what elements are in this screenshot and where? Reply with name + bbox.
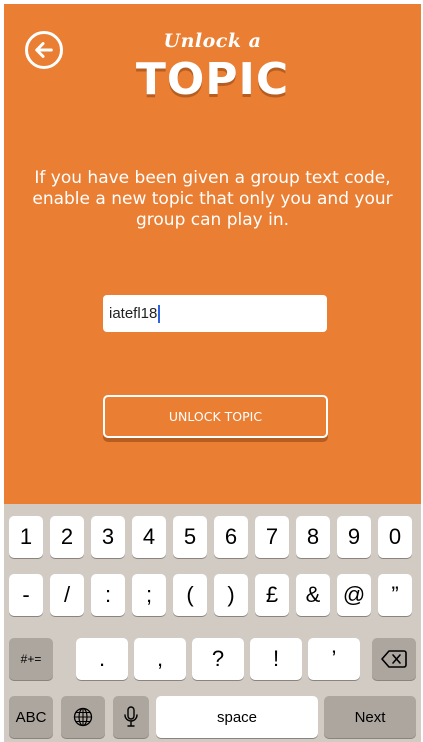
- space-key[interactable]: space: [156, 696, 318, 738]
- title-script: Unlock a: [163, 30, 262, 52]
- microphone-icon: [124, 706, 138, 727]
- group-code-input[interactable]: iatefl18: [103, 295, 327, 332]
- key-exclaim[interactable]: !: [250, 638, 302, 680]
- globe-icon: [73, 707, 93, 727]
- key-semicolon[interactable]: ;: [132, 574, 166, 616]
- key-hyphen[interactable]: -: [9, 574, 43, 616]
- globe-key[interactable]: [61, 696, 105, 738]
- backspace-icon: [381, 650, 407, 668]
- key-period[interactable]: .: [76, 638, 128, 680]
- abc-key[interactable]: ABC: [9, 696, 53, 738]
- next-key[interactable]: Next: [324, 696, 416, 738]
- group-code-value: iatefl18: [109, 305, 158, 322]
- key-6[interactable]: 6: [214, 516, 248, 558]
- key-9[interactable]: 9: [337, 516, 371, 558]
- key-question[interactable]: ?: [192, 638, 244, 680]
- key-more-symbols[interactable]: #+=: [9, 638, 53, 680]
- key-8[interactable]: 8: [296, 516, 330, 558]
- key-quote[interactable]: ”: [378, 574, 412, 616]
- key-apostrophe[interactable]: ’: [308, 638, 360, 680]
- unlock-topic-button[interactable]: UNLOCK TOPIC: [103, 395, 328, 438]
- orange-panel: Unlock a TOPIC If you have been given a …: [4, 4, 421, 504]
- key-4[interactable]: 4: [132, 516, 166, 558]
- key-0[interactable]: 0: [378, 516, 412, 558]
- intro-text: If you have been given a group text code…: [32, 168, 393, 230]
- key-3[interactable]: 3: [91, 516, 125, 558]
- key-open-paren[interactable]: (: [173, 574, 207, 616]
- key-1[interactable]: 1: [9, 516, 43, 558]
- key-comma[interactable]: ,: [134, 638, 186, 680]
- key-7[interactable]: 7: [255, 516, 289, 558]
- key-5[interactable]: 5: [173, 516, 207, 558]
- key-at[interactable]: @: [337, 574, 371, 616]
- backspace-key[interactable]: [372, 638, 416, 680]
- key-colon[interactable]: :: [91, 574, 125, 616]
- key-ampersand[interactable]: &: [296, 574, 330, 616]
- microphone-key[interactable]: [113, 696, 149, 738]
- page-title: TOPIC: [135, 54, 290, 105]
- key-close-paren[interactable]: ): [214, 574, 248, 616]
- screen: Unlock a TOPIC If you have been given a …: [4, 4, 421, 742]
- key-pound[interactable]: £: [255, 574, 289, 616]
- key-slash[interactable]: /: [50, 574, 84, 616]
- keyboard: 1 2 3 4 5 6 7 8 9 0 - / : ; ( ) £ & @ ” …: [4, 504, 421, 742]
- key-2[interactable]: 2: [50, 516, 84, 558]
- text-caret: [158, 304, 161, 323]
